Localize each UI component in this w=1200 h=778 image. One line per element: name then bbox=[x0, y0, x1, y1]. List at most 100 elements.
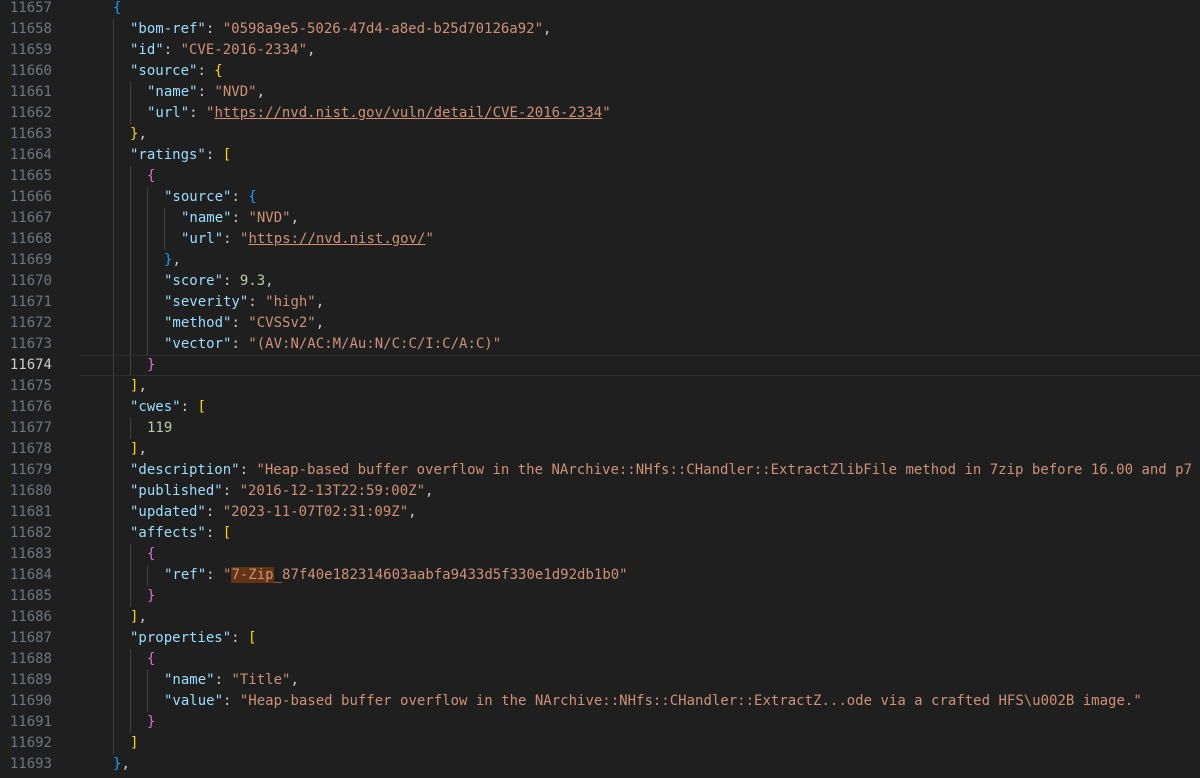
code-content[interactable]: { bbox=[80, 0, 1200, 19]
code-line[interactable]: 11688 { bbox=[0, 649, 1200, 670]
code-line[interactable]: 11682 "affects": [ bbox=[0, 523, 1200, 544]
code-line[interactable]: 11685} bbox=[0, 586, 1200, 607]
code-content[interactable]: } bbox=[80, 355, 1200, 376]
code-line[interactable]: 11679 "description": "Heap-based buffer o… bbox=[0, 460, 1200, 481]
indent-guide bbox=[113, 544, 114, 565]
code-content[interactable]: "severity": "high", bbox=[80, 292, 1200, 313]
indent-guide bbox=[113, 523, 114, 544]
code-line[interactable]: 11667 "name": "NVD", bbox=[0, 208, 1200, 229]
code-content[interactable]: "name": "NVD", bbox=[80, 208, 1200, 229]
code-line[interactable]: 11665 { bbox=[0, 166, 1200, 187]
code-token: { bbox=[248, 189, 257, 205]
code-editor[interactable]: 11657 { 11658 "bom-ref": "0598a9e5-5026-47d… bbox=[0, 0, 1200, 778]
code-line[interactable]: 11692] bbox=[0, 733, 1200, 754]
code-content[interactable]: ] bbox=[80, 733, 1200, 754]
code-line[interactable]: 11691} bbox=[0, 712, 1200, 733]
code-line[interactable]: 11661 "name": "NVD", bbox=[0, 82, 1200, 103]
code-content[interactable]: "value": "Heap-based buffer overflow in … bbox=[80, 691, 1200, 712]
line-number: 11660 bbox=[9, 63, 52, 79]
code-content[interactable]: }, bbox=[80, 250, 1200, 271]
code-line[interactable]: 11672 "method": "CVSSv2", bbox=[0, 313, 1200, 334]
code-content[interactable]: "name": "Title", bbox=[80, 670, 1200, 691]
code-line[interactable]: 11684 "ref": "7-Zip_87f40e182314603aabfa9… bbox=[0, 565, 1200, 586]
code-text: { bbox=[147, 544, 155, 565]
code-content[interactable]: "score": 9.3, bbox=[80, 271, 1200, 292]
code-content[interactable]: "source": { bbox=[80, 187, 1200, 208]
code-content[interactable]: "updated": "2023-11-07T02:31:09Z", bbox=[80, 502, 1200, 523]
code-text: }, bbox=[130, 124, 147, 145]
indent-guide bbox=[147, 691, 148, 712]
code-content[interactable]: 119 bbox=[80, 418, 1200, 439]
code-line[interactable]: 11670 "score": 9.3, bbox=[0, 271, 1200, 292]
code-token: ] bbox=[130, 735, 139, 751]
line-number: 11678 bbox=[9, 441, 52, 457]
code-content[interactable]: ], bbox=[80, 376, 1200, 397]
code-token: , bbox=[543, 21, 552, 37]
code-content[interactable]: { bbox=[80, 649, 1200, 670]
code-content[interactable]: "source": { bbox=[80, 61, 1200, 82]
line-number: 11663 bbox=[9, 126, 52, 142]
code-content[interactable]: "ratings": [ bbox=[80, 145, 1200, 166]
indent-guide bbox=[113, 208, 114, 229]
code-line[interactable]: 11678], bbox=[0, 439, 1200, 460]
code-content[interactable]: "published": "2016-12-13T22:59:00Z", bbox=[80, 481, 1200, 502]
code-content[interactable]: "affects": [ bbox=[80, 523, 1200, 544]
code-text: "source": { bbox=[164, 187, 257, 208]
code-content[interactable]: "method": "CVSSv2", bbox=[80, 313, 1200, 334]
code-content[interactable]: "vector": "(AV:N/AC:M/Au:N/C:C/I:C/A:C)" bbox=[80, 334, 1200, 355]
code-content[interactable]: }, bbox=[80, 754, 1200, 775]
code-line[interactable]: 11675], bbox=[0, 376, 1200, 397]
line-number: 11658 bbox=[9, 21, 52, 37]
code-token: "url" bbox=[147, 105, 190, 121]
code-content[interactable]: "url": "https://nvd.nist.gov/" bbox=[80, 229, 1200, 250]
code-line[interactable]: 11680 "published": "2016-12-13T22:59:00Z"… bbox=[0, 481, 1200, 502]
code-content[interactable]: } bbox=[80, 712, 1200, 733]
indent-guide bbox=[113, 166, 114, 187]
code-content[interactable]: { bbox=[80, 544, 1200, 565]
code-line[interactable]: 11677 119 bbox=[0, 418, 1200, 439]
code-content[interactable]: { bbox=[80, 166, 1200, 187]
code-content[interactable]: ], bbox=[80, 439, 1200, 460]
code-line[interactable]: 11689 "name": "Title", bbox=[0, 670, 1200, 691]
code-content[interactable]: "url": "https://nvd.nist.gov/vuln/detail… bbox=[80, 103, 1200, 124]
code-line[interactable]: 11657 { bbox=[0, 0, 1200, 19]
code-content[interactable]: "name": "NVD", bbox=[80, 82, 1200, 103]
code-line[interactable]: 11687 "properties": [ bbox=[0, 628, 1200, 649]
code-token: [ bbox=[197, 399, 206, 415]
code-token: "updated" bbox=[130, 504, 206, 520]
code-token: : bbox=[231, 210, 249, 226]
code-line[interactable]: 11663}, bbox=[0, 124, 1200, 145]
code-line[interactable]: 11681 "updated": "2023-11-07T02:31:09Z", bbox=[0, 502, 1200, 523]
code-line[interactable]: 11669}, bbox=[0, 250, 1200, 271]
code-token: : bbox=[223, 273, 240, 289]
code-token: "2023-11-07T02:31:09Z" bbox=[222, 504, 409, 520]
code-line[interactable]: 11664 "ratings": [ bbox=[0, 145, 1200, 166]
code-line[interactable]: 11666 "source": { bbox=[0, 187, 1200, 208]
code-content[interactable]: "bom-ref": "0598a9e5-5026-47d4-a8ed-b25d… bbox=[80, 19, 1200, 40]
code-line[interactable]: 11686], bbox=[0, 607, 1200, 628]
code-content[interactable]: }, bbox=[80, 124, 1200, 145]
code-line[interactable]: 11676 "cwes": [ bbox=[0, 397, 1200, 418]
code-content[interactable]: "id": "CVE-2016-2334", bbox=[80, 40, 1200, 61]
code-text: "id": "CVE-2016-2334", bbox=[130, 40, 315, 61]
code-line[interactable]: 11668 "url": "https://nvd.nist.gov/" bbox=[0, 229, 1200, 250]
code-line[interactable]: 11658 "bom-ref": "0598a9e5-5026-47d4-a8ed… bbox=[0, 19, 1200, 40]
code-line[interactable]: 11673 "vector": "(AV:N/AC:M/Au:N/C:C/I:C/… bbox=[0, 334, 1200, 355]
code-content[interactable]: "properties": [ bbox=[80, 628, 1200, 649]
code-token: "vector" bbox=[164, 336, 232, 352]
code-content[interactable]: "cwes": [ bbox=[80, 397, 1200, 418]
code-line[interactable]: 11693}, bbox=[0, 754, 1200, 775]
code-content[interactable]: ], bbox=[80, 607, 1200, 628]
code-line[interactable]: 11659 "id": "CVE-2016-2334", bbox=[0, 40, 1200, 61]
code-line[interactable]: 11671 "severity": "high", bbox=[0, 292, 1200, 313]
code-content[interactable]: } bbox=[80, 586, 1200, 607]
indent-guide bbox=[113, 271, 114, 292]
code-line[interactable]: 11662 "url": "https://nvd.nist.gov/vuln/d… bbox=[0, 103, 1200, 124]
code-line[interactable]: 11660 "source": { bbox=[0, 61, 1200, 82]
code-content[interactable]: "description": "Heap-based buffer overfl… bbox=[80, 460, 1200, 481]
code-token: : bbox=[223, 693, 240, 709]
code-line[interactable]: 11674} bbox=[0, 355, 1200, 376]
code-line[interactable]: 11683 { bbox=[0, 544, 1200, 565]
code-line[interactable]: 11690 "value": "Heap-based buffer overflo… bbox=[0, 691, 1200, 712]
code-content[interactable]: "ref": "7-Zip_87f40e182314603aabfa9433d5… bbox=[80, 565, 1200, 586]
